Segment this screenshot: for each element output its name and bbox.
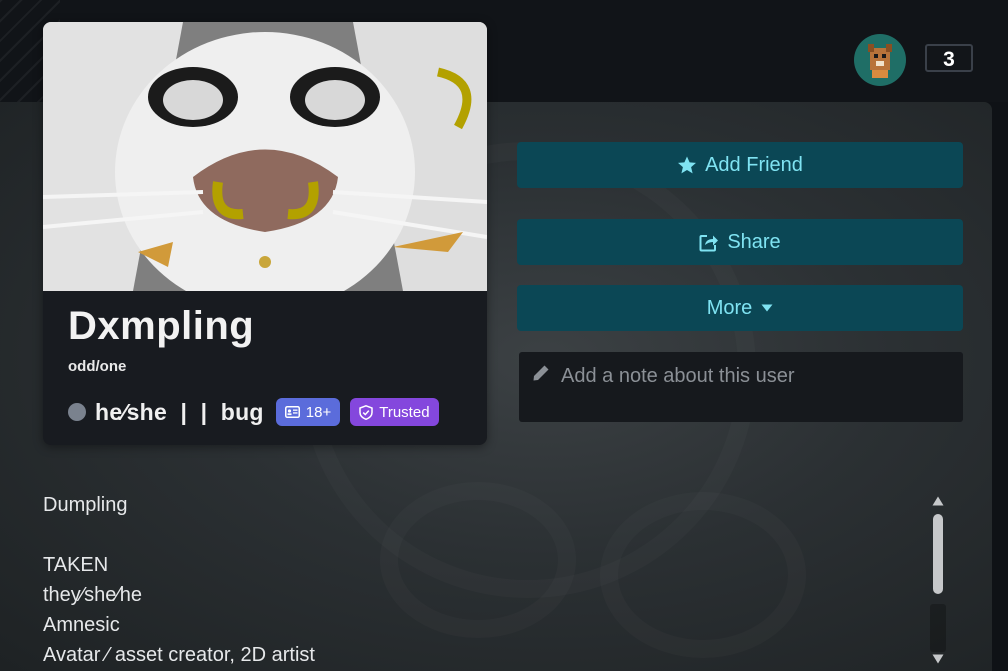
share-icon <box>699 234 719 251</box>
more-label: More <box>706 296 753 319</box>
scroll-down-arrow-icon[interactable] <box>932 654 944 664</box>
scroll-rail[interactable] <box>930 604 946 652</box>
scroll-up-arrow-icon[interactable] <box>932 496 944 506</box>
more-button[interactable]: More <box>517 285 963 331</box>
user-note-field[interactable] <box>519 352 963 422</box>
bio-line: Amnesic <box>43 614 120 636</box>
share-button[interactable]: Share <box>517 219 963 265</box>
scroll-thumb[interactable] <box>933 514 943 594</box>
display-name: Dxmpling <box>68 304 255 348</box>
status-row: he⁄she | | bug 18+ Trusted <box>68 395 439 429</box>
age-badge-label: 18+ <box>305 403 332 421</box>
share-label: Share <box>727 230 781 253</box>
pencil-icon <box>533 365 549 381</box>
star-icon <box>678 156 697 173</box>
status-description: odd/one <box>68 358 127 375</box>
bio-line: Dumpling <box>43 494 128 516</box>
add-friend-button[interactable]: Add Friend <box>517 142 963 188</box>
current-user-avatar[interactable] <box>854 34 906 86</box>
profile-card: Dxmpling odd/one he⁄she | | bug 18+ Trus… <box>43 22 487 445</box>
offline-status-dot <box>68 403 86 421</box>
shield-icon <box>359 404 373 420</box>
bio-line: they⁄she⁄he <box>43 584 142 606</box>
bio-scrollbar[interactable] <box>929 496 947 671</box>
notification-counter[interactable]: 3 <box>925 44 973 72</box>
bio-line: Avatar ⁄ asset creator, 2D artist <box>43 644 315 666</box>
age-verified-badge[interactable]: 18+ <box>275 398 341 426</box>
bio-line: TAKEN <box>43 554 109 576</box>
bio-line <box>43 520 913 550</box>
caret-down-icon <box>761 304 773 312</box>
profile-image <box>43 22 487 312</box>
bio-text: Dumpling TAKEN they⁄she⁄he Amnesic Avata… <box>43 490 913 670</box>
add-friend-label: Add Friend <box>705 153 803 176</box>
pronouns-text: he⁄she | | bug <box>95 398 264 425</box>
user-note-input[interactable] <box>559 364 955 389</box>
id-card-icon <box>284 406 300 418</box>
trusted-badge[interactable]: Trusted <box>350 398 439 426</box>
trust-badge-label: Trusted <box>379 403 430 421</box>
